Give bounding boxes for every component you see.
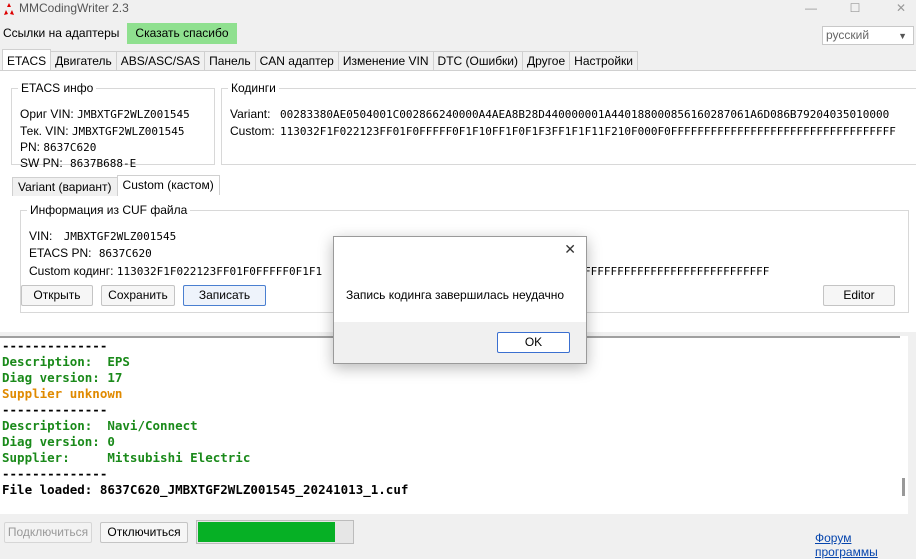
tab-etacs[interactable]: ETACS (2, 49, 52, 70)
cuf-vin-label: VIN: (29, 229, 53, 243)
tab-can-adapter[interactable]: CAN адаптер (254, 51, 339, 70)
cuf-coding-value: 113032F1F022123FF01F0FFFFF0F1F1 (116, 265, 323, 278)
codings-group: Кодинги Variant: 00283380AE0504001C00286… (221, 81, 916, 165)
orig-vin-value: JMBXTGF2WLZ001545 (77, 108, 190, 121)
subtab-variant[interactable]: Variant (вариант) (12, 177, 118, 196)
console-line: Diag version: 17 (2, 370, 123, 385)
console-line: Supplier: Mitsubishi Electric (2, 450, 251, 465)
tab-change-vin[interactable]: Изменение VIN (337, 51, 434, 70)
main-tabs: ETACS Двигатель ABS/ASC/SAS Панель CAN а… (2, 49, 638, 71)
maximize-icon[interactable]: ☐ (840, 0, 870, 18)
progress-fill (198, 522, 336, 542)
tab-engine[interactable]: Двигатель (50, 51, 117, 70)
console-line: -------------- (2, 466, 108, 481)
cuf-pn-label: ETACS PN: (29, 246, 92, 260)
write-button[interactable]: Записать (183, 285, 266, 306)
orig-vin-label: Ориг VIN: (20, 107, 74, 121)
swpn-label: SW PN: (20, 156, 63, 170)
console-line: Description: Navi/Connect (2, 418, 198, 433)
progress-bar (196, 520, 354, 544)
tek-vin-label: Тек. VIN: (20, 124, 69, 138)
swpn-value: 8637B688-E (70, 157, 137, 170)
open-button[interactable]: Открыть (21, 285, 93, 306)
chevron-down-icon: ▼ (898, 31, 907, 41)
sub-tabs: Variant (вариант) Custom (кастом) (12, 175, 220, 196)
forum-link[interactable]: Форум программы (815, 531, 916, 559)
adapter-links-menu[interactable]: Ссылки на адаптеры (3, 23, 119, 43)
tab-settings[interactable]: Настройки (569, 51, 638, 70)
console-line: File loaded: 8637C620_JMBXTGF2WLZ001545_… (2, 482, 409, 497)
tab-other[interactable]: Другое (522, 51, 571, 70)
cuf-coding-label: Custom кодинг: (29, 264, 114, 278)
cuf-coding-tail: FFFFFFFFFFFFFFFFFFFFFFFFFFFF (584, 265, 770, 278)
app-logo-icon (4, 3, 14, 15)
tab-abs[interactable]: ABS/ASC/SAS (115, 51, 206, 70)
dialog-message: Запись кодинга завершилась неудачно (346, 288, 565, 302)
thanks-button[interactable]: Сказать спасибо (127, 23, 237, 44)
tek-vin-value: JMBXTGF2WLZ001545 (71, 125, 185, 138)
title-bar: MMCodingWriter 2.3 — ☐ ✕ (0, 0, 916, 18)
console-line: Supplier unknown (2, 386, 123, 401)
variant-coding-value: 00283380AE0504001C002866240000A4AEA8B28D… (280, 108, 890, 121)
cuf-vin-value: JMBXTGF2WLZ001545 (63, 230, 177, 243)
language-value: русский (826, 28, 870, 42)
error-dialog: ✕ Запись кодинга завершилась неудачно OK (333, 236, 587, 364)
codings-legend: Кодинги (231, 81, 276, 95)
close-window-icon[interactable]: ✕ (886, 0, 916, 18)
console-line: Diag version: 0 (2, 434, 115, 449)
tab-panel[interactable]: Панель (204, 51, 256, 70)
subtab-custom[interactable]: Custom (кастом) (116, 175, 220, 195)
tab-dtc[interactable]: DTC (Ошибки) (432, 51, 524, 70)
pn-label: PN: (20, 140, 41, 154)
dialog-close-icon[interactable]: ✕ (564, 241, 576, 258)
pn-value: 8637C620 (43, 141, 97, 154)
save-button[interactable]: Сохранить (101, 285, 175, 306)
dialog-footer: OK (334, 322, 586, 363)
minimize-icon[interactable]: — (796, 0, 826, 18)
window-title: MMCodingWriter 2.3 (19, 1, 129, 15)
cuf-pn-value: 8637C620 (98, 247, 152, 260)
disconnect-button[interactable]: Отключиться (100, 522, 188, 543)
connect-button[interactable]: Подключиться (4, 522, 92, 543)
ok-button[interactable]: OK (497, 332, 570, 353)
console-line: -------------- (2, 402, 108, 417)
etacs-info-group: ETACS инфо Ориг VIN: JMBXTGF2WLZ001545 Т… (11, 81, 215, 170)
console-scrollbar-thumb[interactable] (902, 478, 905, 496)
cuf-info-legend: Информация из CUF файла (30, 203, 188, 217)
language-select[interactable]: русский ▼ (822, 26, 914, 45)
custom-label: Custom: (230, 124, 275, 138)
variant-label: Variant: (230, 107, 271, 121)
editor-button[interactable]: Editor (823, 285, 895, 306)
etacs-info-legend: ETACS инфо (21, 81, 94, 95)
custom-coding-value: 113032F1F022123FF01F0FFFFF0F1F10FF1F0F1F… (280, 125, 896, 138)
